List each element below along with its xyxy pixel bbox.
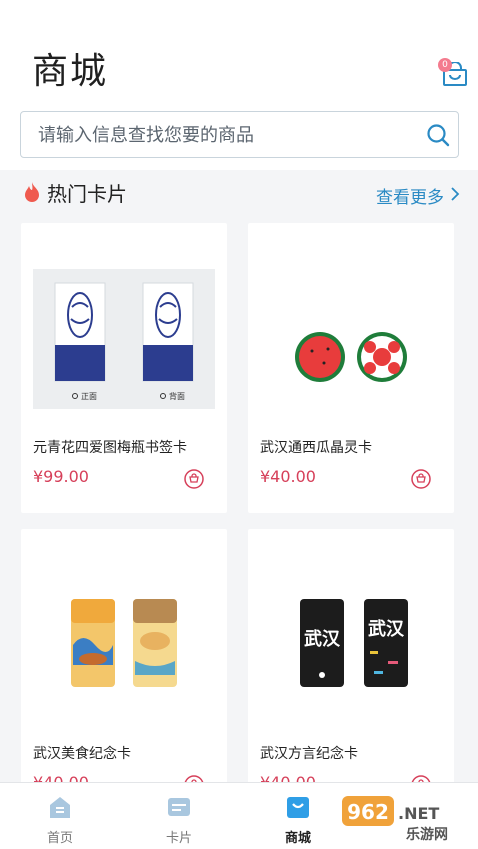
card-icon	[168, 798, 190, 816]
watermark-number: 962	[347, 800, 389, 824]
food-card-image	[71, 599, 177, 687]
section-title: 热门卡片	[47, 182, 127, 206]
home-icon	[50, 797, 70, 818]
product-price: ¥40.00	[260, 467, 316, 486]
front-label: 正面	[81, 392, 97, 401]
porcelain-bookmark-image: 正面 背面	[33, 269, 215, 409]
page-title: 商城	[32, 51, 109, 92]
fire-icon	[25, 182, 39, 202]
dialect-card-image: 武汉 武汉	[300, 599, 408, 687]
search-input[interactable]	[38, 122, 418, 148]
view-more-link[interactable]: 查看更多	[376, 183, 444, 208]
header: 商城 0	[0, 0, 478, 170]
card-back-text: 武汉	[368, 619, 405, 640]
watermark-site: 乐游网	[406, 826, 448, 843]
product-name: 武汉方言纪念卡	[260, 746, 358, 762]
tab-home[interactable]: 首页	[0, 783, 120, 849]
product-card[interactable]: 武汉美食纪念卡 ¥40.00	[21, 529, 227, 819]
back-label: 背面	[169, 391, 185, 401]
watermark-suffix: .NET	[398, 804, 439, 823]
product-card[interactable]: 正面 背面 元青花四爱图梅瓶书签卡 ¥99.00	[21, 223, 227, 513]
watermelon-card-image	[295, 332, 407, 382]
product-name: 元青花四爱图梅瓶书签卡	[33, 440, 187, 456]
add-to-cart-icon[interactable]	[184, 469, 204, 489]
section-header: 热门卡片 查看更多	[0, 170, 478, 218]
product-name: 武汉通西瓜晶灵卡	[260, 440, 372, 456]
search-icon[interactable]	[426, 123, 450, 147]
tab-label: 卡片	[165, 831, 192, 846]
product-name: 武汉美食纪念卡	[33, 746, 131, 762]
product-card[interactable]: 武汉通西瓜晶灵卡 ¥40.00	[248, 223, 454, 513]
product-price: ¥99.00	[33, 467, 89, 486]
tab-label: 首页	[46, 831, 73, 846]
card-front-text: 武汉	[304, 629, 341, 650]
shopping-bag-icon	[287, 797, 309, 818]
watermark-logo: 962 .NET 乐游网	[342, 796, 448, 843]
tab-cards[interactable]: 卡片	[119, 783, 239, 849]
add-to-cart-icon[interactable]	[411, 469, 431, 489]
chevron-right-icon[interactable]	[450, 186, 460, 202]
product-card[interactable]: 武汉 武汉 武汉方言纪念卡 ¥40.00	[248, 529, 454, 819]
search-bar	[20, 111, 459, 158]
cart-count-badge: 0	[438, 58, 452, 72]
